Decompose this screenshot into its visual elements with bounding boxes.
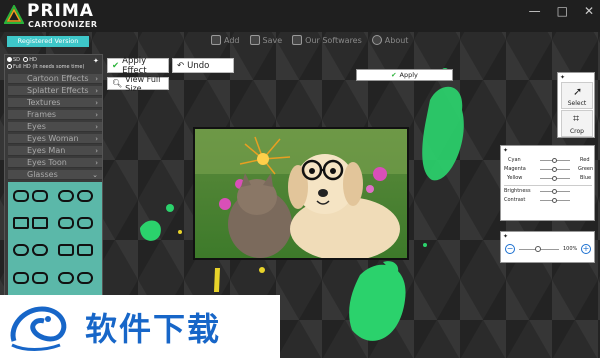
yellow-label: Yellow [507,175,523,181]
fullhd-label: Full HD (It needs some time) [13,64,85,70]
undo-button[interactable]: ↶ Undo [172,58,234,73]
yellow-blue-slider[interactable]: Yellow Blue [504,175,594,182]
brightness-label: Brightness [504,188,531,194]
menu-eyes-man[interactable]: Eyes Man › [8,146,102,156]
glasses-option[interactable] [13,217,49,229]
apply-effect-button[interactable]: ✔ Apply Effect [107,55,169,76]
zoom-thumb[interactable] [535,246,541,252]
green-label: Green [578,166,594,172]
undo-label: Undo [187,60,210,71]
slider-thumb[interactable] [552,158,557,163]
hd-radio[interactable] [23,57,29,62]
menu-label: Textures [27,98,61,107]
zoom-value: 100% [563,246,578,252]
effects-panel: SD HD Full HD (It needs some time) ✦ Car… [4,54,103,302]
crop-label: Crop [569,128,584,135]
contrast-label: Contrast [504,197,526,203]
cyan-label: Cyan [508,157,521,163]
zoom-in-icon[interactable]: + [581,244,591,254]
apply-effect-label: Apply Effect [122,55,147,76]
crop-icon: ⌗ [573,112,580,125]
slider-thumb[interactable] [552,189,557,194]
pin-icon[interactable]: ✦ [503,147,508,154]
watermark-text: 软件下载 [85,310,222,348]
sd-label: SD [13,57,21,63]
chevron-right-icon: › [95,99,98,107]
chevron-right-icon: › [95,147,98,155]
sd-radio[interactable] [7,57,12,62]
menu-splatter-effects[interactable]: Splatter Effects › [8,86,102,96]
dragon-logo-icon [10,306,67,351]
pin-icon[interactable]: ✦ [503,233,508,240]
hd-label: HD [29,57,37,63]
menu-eyes-toon[interactable]: Eyes Toon › [8,158,102,168]
chevron-right-icon: › [95,75,98,83]
color-adjust-panel: ✦ Cyan Red Magenta Green Yellow Blue Bri… [500,145,595,221]
menu-frames[interactable]: Frames › [8,110,102,120]
slider-thumb[interactable] [552,198,557,203]
view-full-size-button[interactable]: 🔍︎ View Full Size [107,74,169,93]
glasses-option[interactable] [58,272,94,284]
magenta-green-slider[interactable]: Magenta Green [504,166,594,173]
menu-label: Frames [27,110,57,119]
cyan-red-slider[interactable]: Cyan Red [504,157,594,164]
zoom-panel: ✦ − 100% + [500,231,595,263]
select-label: Select [567,100,587,107]
menu-cartoon-effects[interactable]: Cartoon Effects › [8,74,102,84]
menu-eyes-woman[interactable]: Eyes Woman › [8,134,102,144]
menu-glasses[interactable]: Glasses ⌄ [8,170,102,180]
magenta-label: Magenta [504,166,526,172]
cursor-icon: ➚ [573,85,583,98]
apply-label: Apply [399,71,418,79]
menu-label: Eyes Toon [27,158,67,167]
glasses-option[interactable] [58,190,94,202]
pet-photo [195,129,407,258]
crop-tool[interactable]: ⌗ Crop [561,110,593,137]
divider [504,185,592,186]
glasses-option[interactable] [13,272,49,284]
slider-thumb[interactable] [552,176,557,181]
contrast-slider[interactable]: Contrast [504,197,594,204]
menu-label: Eyes Woman [27,134,79,143]
view-full-size-label: View Full Size [125,74,161,93]
chevron-right-icon: › [95,111,98,119]
zoom-out-icon[interactable]: − [505,244,515,254]
blue-label: Blue [580,175,592,181]
photo-canvas[interactable] [193,127,409,260]
fullhd-radio[interactable] [7,64,12,69]
pin-icon[interactable]: ✦ [560,74,565,81]
glasses-option[interactable] [58,244,94,256]
slider-thumb[interactable] [552,167,557,172]
menu-label: Eyes Man [27,146,66,155]
tool-box: ✦ ➚ Select ⌗ Crop [557,72,595,138]
apply-button[interactable]: ✔ Apply [356,69,453,81]
chevron-right-icon: › [95,87,98,95]
menu-eyes[interactable]: Eyes › [8,122,102,132]
menu-label: Glasses [27,170,58,179]
menu-label: Cartoon Effects [27,74,89,83]
checkmark-icon: ✔ [391,71,397,79]
pin-icon[interactable]: ✦ [93,57,99,65]
chevron-right-icon: › [95,123,98,131]
red-label: Red [580,157,590,163]
resolution-options: SD HD Full HD (It needs some time) [7,57,101,73]
glasses-option[interactable] [13,190,49,202]
magnifier-icon: 🔍︎ [112,79,123,88]
chevron-right-icon: › [95,135,98,143]
undo-icon: ↶ [177,60,185,71]
chevron-down-icon: ⌄ [92,171,98,179]
glasses-option[interactable] [13,244,49,256]
select-tool[interactable]: ➚ Select [561,82,593,109]
chevron-right-icon: › [95,159,98,167]
glasses-option[interactable] [58,217,94,229]
glasses-gallery [8,182,102,302]
menu-label: Splatter Effects [27,86,89,95]
brightness-slider[interactable]: Brightness [504,188,594,195]
menu-label: Eyes [27,122,46,131]
menu-textures[interactable]: Textures › [8,98,102,108]
checkmark-icon: ✔ [112,60,120,71]
